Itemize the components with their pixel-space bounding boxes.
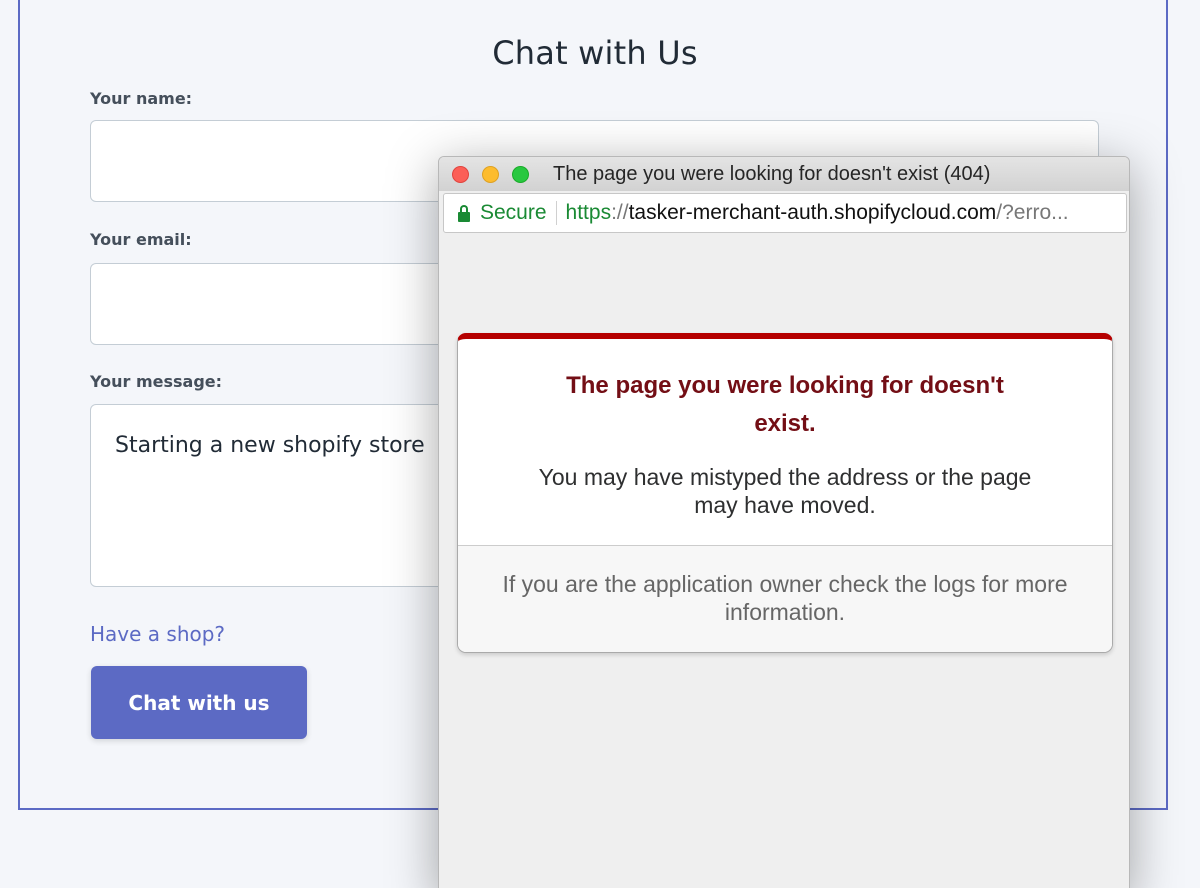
page-title: Chat with Us (492, 34, 698, 72)
lock-icon (458, 204, 470, 222)
address-bar[interactable]: Secure https://tasker-merchant-auth.shop… (443, 193, 1127, 233)
window-title: The page you were looking for doesn't ex… (553, 163, 991, 185)
error-card: The page you were looking for doesn't ex… (457, 333, 1113, 653)
email-label: Your email: (90, 230, 192, 249)
minimize-window-button[interactable] (482, 166, 499, 183)
close-window-button[interactable] (452, 166, 469, 183)
url-host: tasker-merchant-auth.shopifycloud.com (628, 201, 997, 224)
maximize-window-button[interactable] (512, 166, 529, 183)
error-footer: If you are the application owner check t… (458, 545, 1112, 652)
secure-label: Secure (480, 201, 547, 224)
name-label: Your name: (90, 89, 193, 108)
url-scheme: https (565, 201, 612, 224)
url-path: /?erro... (996, 201, 1069, 224)
message-label: Your message: (90, 372, 223, 391)
have-shop-link[interactable]: Have a shop? (90, 622, 225, 646)
error-heading: The page you were looking for doesn't ex… (566, 372, 1004, 437)
chat-with-us-button[interactable]: Chat with us (91, 666, 307, 739)
url-slashes: :// (611, 201, 629, 224)
error-message: You may have mistyped the address or the… (538, 464, 1032, 518)
message-text: Starting a new shopify store (115, 433, 425, 458)
popup-browser-window: The page you were looking for doesn't ex… (438, 156, 1130, 888)
address-divider (555, 201, 557, 225)
window-titlebar[interactable]: The page you were looking for doesn't ex… (439, 157, 1129, 191)
